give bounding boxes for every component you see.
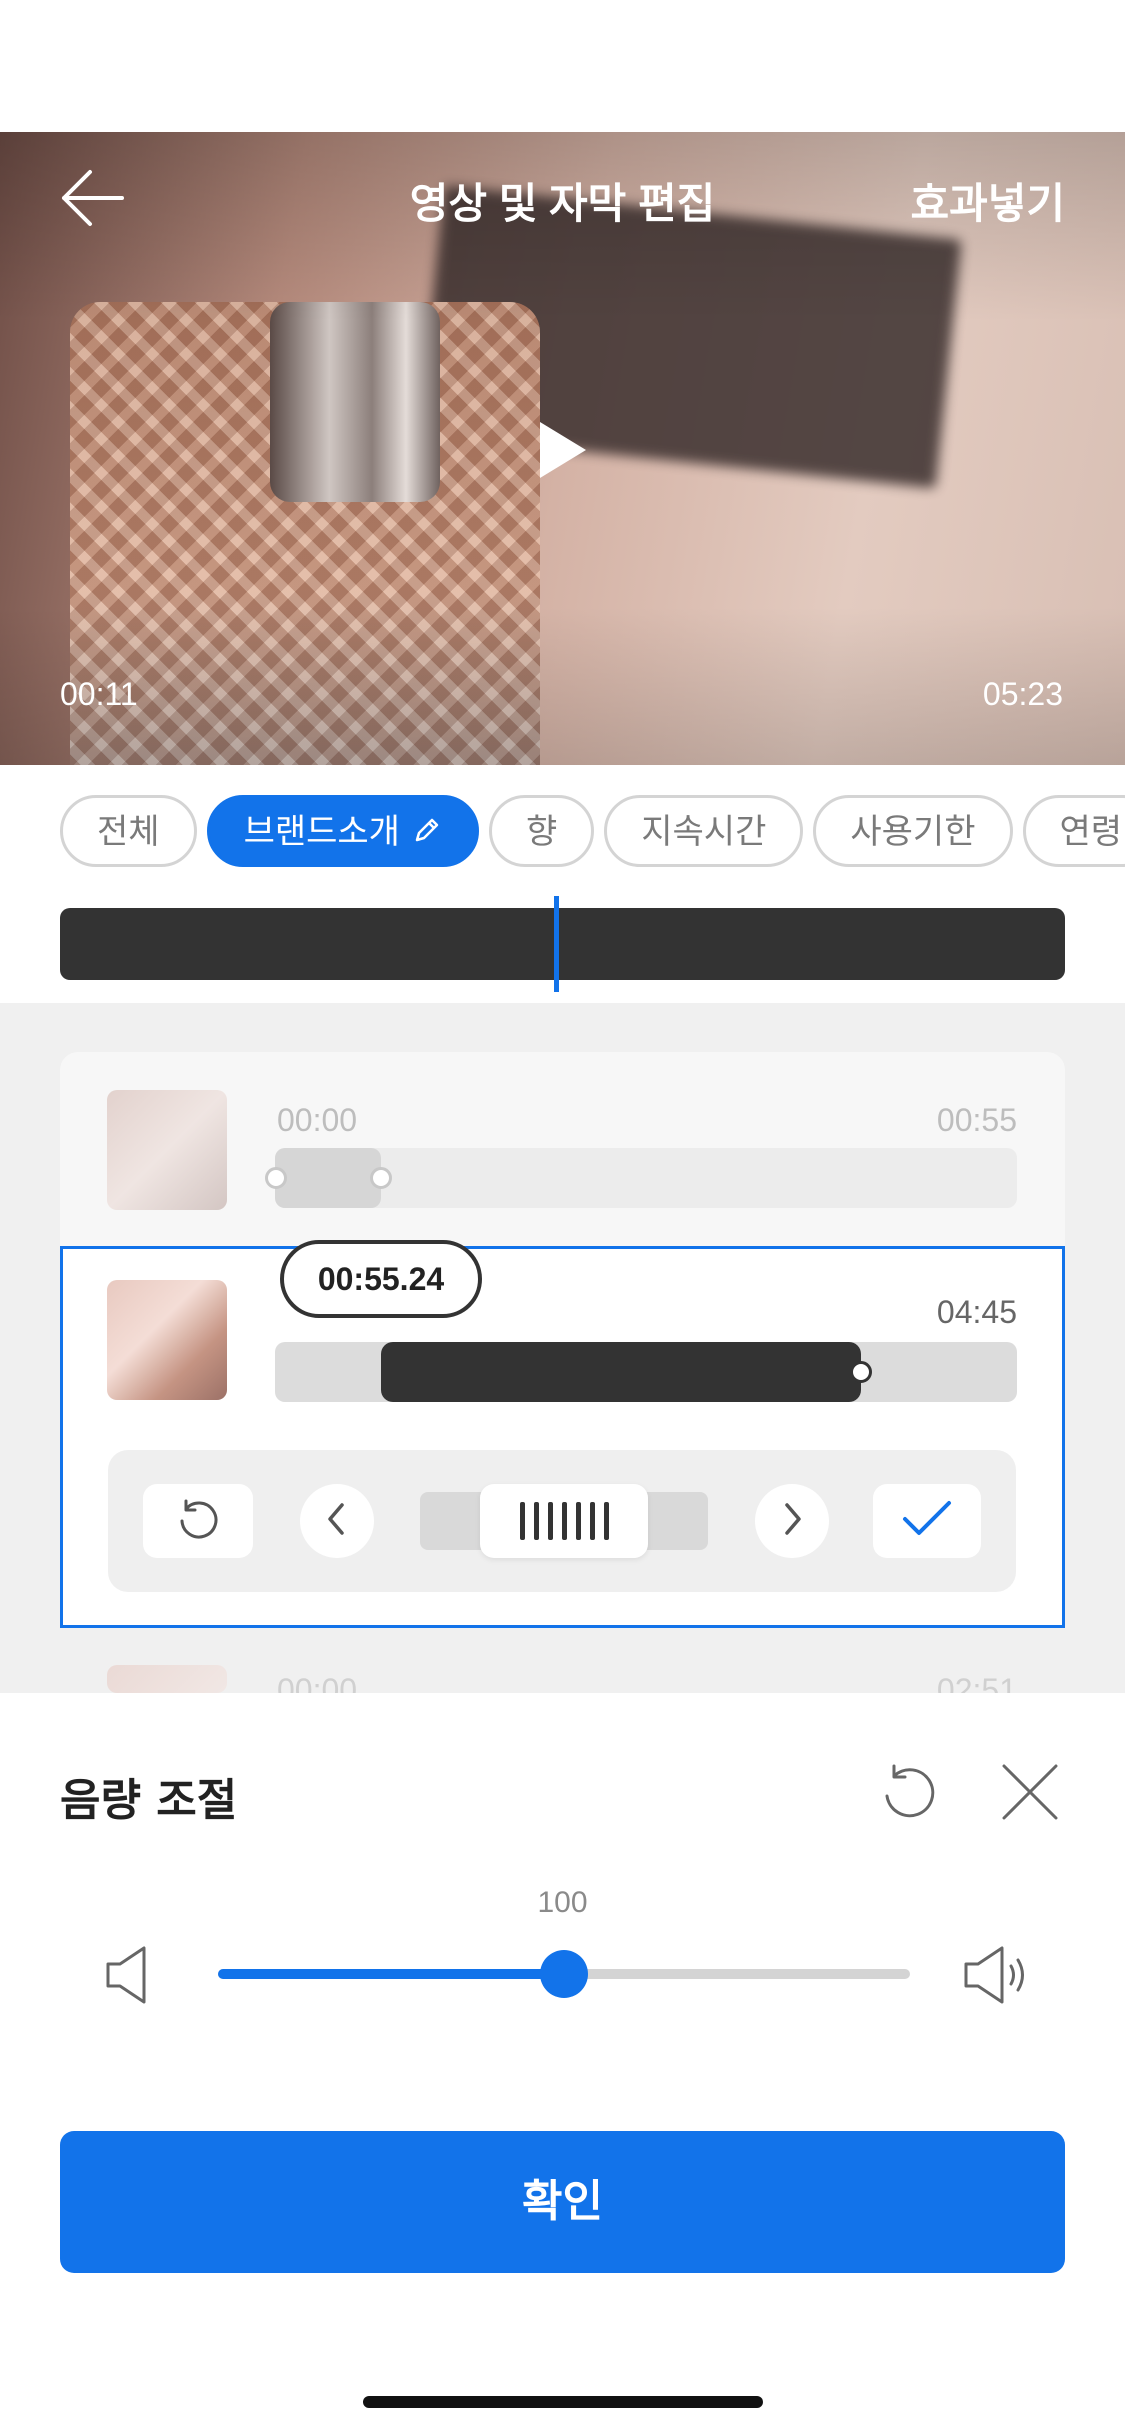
next-frame-button[interactable] xyxy=(755,1484,829,1558)
clip-thumbnail xyxy=(107,1280,227,1400)
chevron-left-icon xyxy=(322,1499,352,1543)
reset-icon xyxy=(876,1764,942,1830)
reset-volume-button[interactable] xyxy=(876,1760,942,1830)
chip-label: 사용기한 xyxy=(850,812,976,852)
previous-frame-button[interactable] xyxy=(300,1484,374,1558)
clip-selection[interactable] xyxy=(381,1342,861,1402)
volume-slider-fill xyxy=(218,1969,564,1979)
chip-label: 연령 xyxy=(1059,812,1123,852)
close-icon xyxy=(1000,1764,1060,1826)
add-effects-button[interactable]: 효과넣기 xyxy=(910,170,1065,231)
chip-label: 전체 xyxy=(97,812,160,852)
apply-button[interactable] xyxy=(873,1484,981,1558)
chip-all[interactable]: 전체 xyxy=(60,795,197,867)
chip-label: 지속시간 xyxy=(641,812,767,852)
clip-selection[interactable] xyxy=(275,1148,381,1208)
chip-age[interactable]: 연령 xyxy=(1022,795,1125,867)
clip-start-time: 00:00 xyxy=(277,1102,358,1138)
timeline-playhead[interactable] xyxy=(554,896,559,992)
chevron-right-icon xyxy=(777,1499,807,1543)
chip-scent[interactable]: 향 xyxy=(488,795,595,867)
video-timeline[interactable] xyxy=(60,908,1065,980)
clip-end-time: 00:55 xyxy=(936,1102,1017,1138)
volume-slider-knob[interactable] xyxy=(540,1950,588,1998)
reset-icon xyxy=(173,1494,223,1548)
chip-expiry[interactable]: 사용기한 xyxy=(813,795,1013,867)
category-chips: 전체 브랜드소개 향 지속시간 사용기한 연령 xyxy=(60,795,1125,867)
current-time: 00:11 xyxy=(60,676,138,712)
trim-handle-end[interactable] xyxy=(850,1361,872,1383)
total-time: 05:23 xyxy=(982,676,1063,712)
clip-end-time: 04:45 xyxy=(936,1294,1017,1330)
pencil-icon[interactable] xyxy=(412,800,442,868)
time-bubble: 00:55.24 xyxy=(280,1240,482,1318)
clip-thumbnail xyxy=(107,1090,227,1210)
trim-handle-end[interactable] xyxy=(370,1167,392,1189)
home-indicator xyxy=(363,2396,763,2408)
volume-value: 100 xyxy=(537,1886,588,1919)
volume-high-icon xyxy=(962,1944,1032,2010)
jog-wheel[interactable] xyxy=(480,1484,648,1558)
sheet-title: 음량 조절 xyxy=(60,1775,238,1826)
check-icon xyxy=(899,1497,955,1545)
chip-duration[interactable]: 지속시간 xyxy=(604,795,804,867)
chip-label: 브랜드소개 xyxy=(243,812,400,852)
reset-button[interactable] xyxy=(143,1484,253,1558)
volume-low-icon xyxy=(104,1944,154,2010)
close-button[interactable] xyxy=(1000,1762,1060,1826)
play-icon[interactable] xyxy=(540,422,586,478)
clip-end-time: 02:51 xyxy=(936,1672,1017,1693)
chip-brand-intro[interactable]: 브랜드소개 xyxy=(206,795,479,868)
confirm-button[interactable]: 확인 xyxy=(60,2131,1065,2273)
trim-handle-start[interactable] xyxy=(265,1167,287,1189)
clip-thumbnail xyxy=(107,1665,227,1693)
clip-start-time: 00:00 xyxy=(277,1672,358,1693)
chip-label: 향 xyxy=(525,812,558,852)
